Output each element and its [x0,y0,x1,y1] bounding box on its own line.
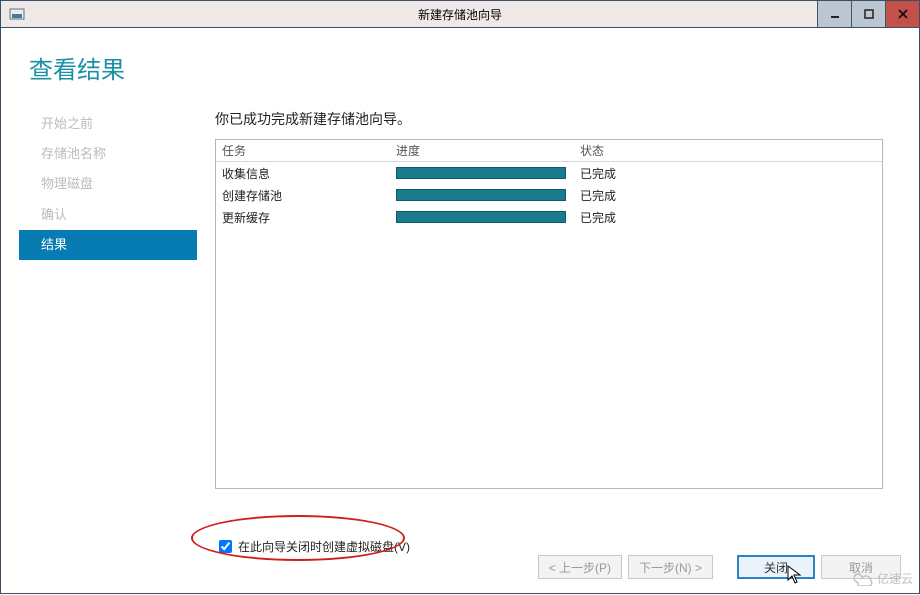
progress-cell [396,167,576,179]
col-header-status[interactable]: 状态 [576,142,882,159]
window-title: 新建存储池向导 [418,6,502,23]
page-title: 查看结果 [29,50,901,85]
sidebar-item-confirm: 确认 [19,200,197,230]
footer-buttons: < 上一步(P) 下一步(N) > 关闭 取消 [538,555,901,579]
completion-message: 你已成功完成新建存储池向导。 [215,109,883,129]
table-row: 更新缓存 已完成 [216,206,882,228]
status-cell: 已完成 [576,209,882,226]
dialog-body: 查看结果 开始之前 存储池名称 物理磁盘 确认 结果 你已成功完成新建存储池向导… [0,28,920,594]
result-table: 任务 进度 状态 收集信息 已完成 创建存储池 已完成 更新缓存 [215,139,883,489]
status-cell: 已完成 [576,187,882,204]
progress-bar [396,189,566,201]
status-cell: 已完成 [576,165,882,182]
sidebar-item-start: 开始之前 [19,109,197,139]
close-button[interactable]: 关闭 [737,555,815,579]
main-panel: 你已成功完成新建存储池向导。 任务 进度 状态 收集信息 已完成 创建存储池 已… [197,109,901,489]
sidebar-item-result[interactable]: 结果 [19,230,197,260]
prev-button: < 上一步(P) [538,555,622,579]
sidebar-item-physdisk: 物理磁盘 [19,169,197,199]
table-row: 创建存储池 已完成 [216,184,882,206]
progress-bar [396,211,566,223]
maximize-button[interactable] [851,1,885,27]
col-header-task[interactable]: 任务 [216,142,396,159]
progress-bar [396,167,566,179]
progress-cell [396,211,576,223]
task-cell: 创建存储池 [216,187,396,204]
sidebar-item-poolname: 存储池名称 [19,139,197,169]
minimize-button[interactable] [817,1,851,27]
cancel-button: 取消 [821,555,901,579]
table-row: 收集信息 已完成 [216,162,882,184]
task-cell: 更新缓存 [216,209,396,226]
create-vdisk-label: 在此向导关闭时创建虚拟磁盘(V) [238,538,410,555]
wizard-sidebar: 开始之前 存储池名称 物理磁盘 确认 结果 [19,109,197,489]
create-vdisk-checkbox[interactable] [219,540,232,553]
task-cell: 收集信息 [216,165,396,182]
window-close-button[interactable] [885,1,919,27]
col-header-progress[interactable]: 进度 [396,142,576,159]
titlebar: 新建存储池向导 [0,0,920,28]
next-button: 下一步(N) > [628,555,713,579]
progress-cell [396,189,576,201]
table-header: 任务 进度 状态 [216,140,882,162]
app-icon [9,6,25,22]
create-vdisk-checkbox-row[interactable]: 在此向导关闭时创建虚拟磁盘(V) [219,538,410,555]
window-controls [817,1,919,27]
